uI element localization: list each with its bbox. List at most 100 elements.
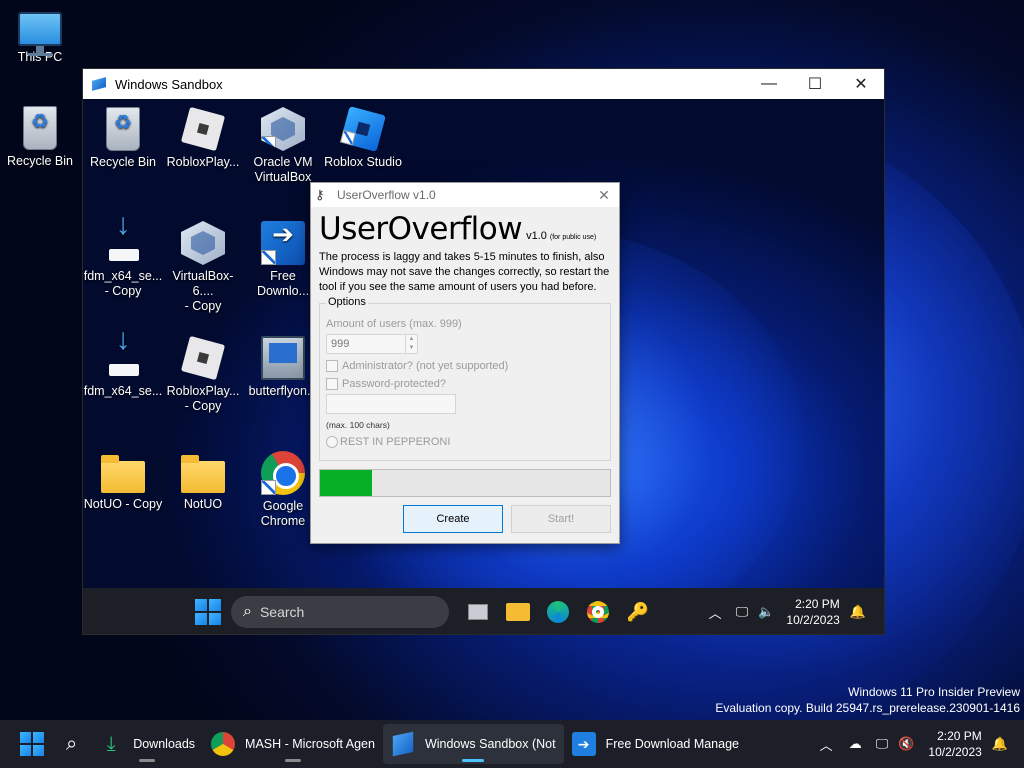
virtualbox-icon: [261, 107, 305, 151]
desktop-icon-recycle-bin[interactable]: Recycle Bin: [0, 106, 80, 169]
app-brand: UserOverflow v1.0 (for public use): [319, 211, 611, 247]
options-legend: Options: [326, 296, 368, 308]
windows-sandbox-icon: [392, 731, 414, 757]
chevron-up-icon[interactable]: ︿: [820, 735, 833, 754]
file-explorer-icon[interactable]: [501, 595, 535, 629]
app-public-note: (for public use): [549, 234, 597, 241]
icon-label-line1: RobloxPlay...: [166, 155, 240, 169]
sandbox-icon-notuo-copy[interactable]: NotUO - Copy: [83, 451, 163, 512]
search-icon[interactable]: ⌕: [66, 733, 77, 756]
create-button[interactable]: Create: [403, 505, 503, 533]
taskbar-item-label: Windows Sandbox (Not: [424, 737, 556, 751]
notification-bell-icon[interactable]: 🔔: [992, 736, 1008, 752]
running-indicator: [139, 759, 156, 762]
task-view-icon[interactable]: [461, 595, 495, 629]
minimize-button[interactable]: —: [746, 69, 792, 99]
icon-label-line1: NotUO - Copy: [83, 497, 163, 511]
taskbar-item-chrome[interactable]: MASH - Microsoft Agen: [203, 724, 383, 764]
roblox-studio-icon: [340, 106, 386, 152]
sandbox-icon-fdm-copy[interactable]: fdm_x64_se... - Copy: [83, 217, 163, 299]
network-icon[interactable]: 🖵: [876, 736, 889, 752]
rest-in-pepperoni-label: REST IN PEPPERONI: [340, 436, 451, 448]
sandbox-title-bar[interactable]: Windows Sandbox — ☐ ✕: [83, 69, 884, 99]
taskbar-item-label: MASH - Microsoft Agen: [245, 737, 375, 751]
sandbox-date: 10/2/2023: [786, 613, 840, 627]
windows-evaluation-watermark: Windows 11 Pro Insider Preview Evaluatio…: [715, 684, 1020, 716]
app-body: UserOverflow v1.0 (for public use) The p…: [311, 207, 619, 537]
sandbox-icon-robloxplayer-copy[interactable]: RobloxPlay... - Copy: [163, 335, 243, 414]
sandbox-app-icon: [91, 76, 107, 92]
taskbar-item-free-download-manager[interactable]: ➔ Free Download Manage: [564, 724, 747, 764]
administrator-label: Administrator? (not yet supported): [342, 360, 509, 372]
amount-of-users-stepper[interactable]: 999 ▲ ▼: [326, 334, 418, 354]
icon-label-line2: - Copy: [104, 284, 142, 298]
network-icon[interactable]: 🖵: [736, 604, 749, 620]
sandbox-time: 2:20 PM: [795, 597, 840, 611]
sandbox-icon-virtualbox-copy[interactable]: VirtualBox-6.... - Copy: [163, 221, 243, 314]
edge-icon[interactable]: [541, 595, 575, 629]
stepper-arrows-icon[interactable]: ▲ ▼: [405, 335, 417, 353]
password-protected-checkbox[interactable]: Password-protected?: [326, 378, 604, 390]
close-button[interactable]: ✕: [838, 69, 884, 99]
chevron-up-icon[interactable]: ︿: [709, 603, 722, 622]
app-version: v1.0: [526, 230, 547, 242]
useroverflow-taskbar-icon[interactable]: 🔑: [621, 595, 655, 629]
sandbox-start-button[interactable]: [195, 599, 221, 625]
start-button[interactable]: Start!: [511, 505, 611, 533]
useroverflow-window[interactable]: ⚷ UserOverflow v1.0 ✕ UserOverflow v1.0 …: [310, 182, 620, 544]
app-title-bar[interactable]: ⚷ UserOverflow v1.0 ✕: [311, 183, 619, 207]
taskbar-item-windows-sandbox[interactable]: Windows Sandbox (Not: [382, 724, 564, 764]
radio-circle[interactable]: [326, 436, 338, 448]
volume-icon[interactable]: 🔈: [758, 604, 774, 620]
watermark-line1: Windows 11 Pro Insider Preview: [848, 685, 1020, 699]
folder-icon: [181, 455, 225, 493]
amount-of-users-value: 999: [331, 338, 350, 350]
app-window-title: UserOverflow v1.0: [337, 188, 436, 202]
taskbar: ⌕ ⤓ Downloads MASH - Microsoft Agen Wind…: [0, 720, 1024, 768]
progress-bar-fill: [320, 470, 373, 496]
sandbox-icon-roblox-studio[interactable]: Roblox Studio: [323, 106, 403, 170]
sandbox-taskbar: ⌕ Search 🔑 ︿ 🖵 🔈 2:20 PM 10/2/2023 🔔: [83, 588, 884, 634]
progress-bar: [319, 469, 611, 497]
notification-bell-icon[interactable]: 🔔: [850, 604, 866, 620]
taskbar-item-label: Downloads: [133, 737, 196, 751]
checkbox-box[interactable]: [326, 360, 338, 372]
clock[interactable]: 2:20 PM 10/2/2023: [928, 728, 981, 760]
watermark-line2: Evaluation copy. Build 25947.rs_prerelea…: [715, 701, 1020, 715]
icon-label-line1: VirtualBox-6....: [172, 269, 234, 298]
rest-in-pepperoni-radio[interactable]: REST IN PEPPERONI: [326, 436, 604, 448]
this-pc-icon: [18, 12, 62, 56]
app-close-button[interactable]: ✕: [589, 187, 619, 204]
amount-of-users-label: Amount of users (max. 999): [326, 318, 462, 330]
running-indicator: [285, 759, 301, 762]
sandbox-icon-notuo[interactable]: NotUO: [163, 451, 243, 512]
chrome-icon[interactable]: [581, 595, 615, 629]
taskbar-item-downloads[interactable]: ⤓ Downloads: [91, 724, 203, 764]
free-download-manager-icon: [261, 221, 305, 265]
sandbox-clock[interactable]: 2:20 PM 10/2/2023: [786, 596, 839, 628]
administrator-checkbox[interactable]: Administrator? (not yet supported): [326, 360, 604, 372]
download-installer-icon: [101, 332, 145, 380]
onedrive-icon[interactable]: ☁: [849, 736, 862, 752]
sandbox-icon-oracle-vm[interactable]: Oracle VM VirtualBox: [243, 107, 323, 185]
icon-label-line1: NotUO: [183, 497, 223, 511]
desktop-icon-label: Recycle Bin: [7, 154, 73, 168]
icon-label-line1: RobloxPlay...: [166, 384, 240, 398]
checkbox-box[interactable]: [326, 378, 338, 390]
maximize-button[interactable]: ☐: [792, 69, 838, 99]
sandbox-system-tray: ︿ 🖵 🔈 2:20 PM 10/2/2023 🔔: [709, 596, 884, 628]
sandbox-icon-fdm[interactable]: fdm_x64_se...: [83, 332, 163, 399]
volume-muted-icon[interactable]: 🔇: [898, 736, 914, 752]
key-icon: ⚷: [315, 187, 325, 202]
virtualbox-installer-icon: [181, 221, 225, 265]
sandbox-search-box[interactable]: ⌕ Search: [231, 596, 449, 628]
taskbar-item-label: Free Download Manage: [605, 737, 739, 751]
icon-label-line1: Recycle Bin: [90, 155, 156, 169]
desktop-icon-this-pc[interactable]: This PC: [0, 8, 80, 65]
icon-label-line2: - Copy: [184, 299, 222, 313]
download-installer-icon: [101, 217, 145, 265]
password-input[interactable]: [326, 394, 456, 414]
sandbox-icon-recycle-bin[interactable]: Recycle Bin: [83, 107, 163, 170]
sandbox-icon-robloxplayer[interactable]: RobloxPlay...: [163, 106, 243, 170]
start-button[interactable]: [20, 732, 44, 756]
